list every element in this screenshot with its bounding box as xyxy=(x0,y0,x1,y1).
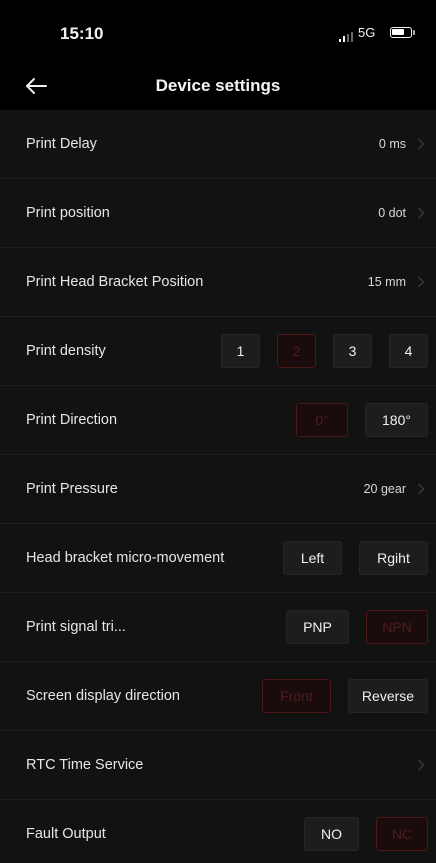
setting-label: Print Direction xyxy=(26,412,118,428)
micro-movement-right-button[interactable]: Rgiht xyxy=(359,541,428,575)
signal-option-pnp[interactable]: PNP xyxy=(286,610,349,644)
setting-print-density: Print density 1 2 3 4 xyxy=(0,317,436,386)
setting-label: Head bracket micro-movement xyxy=(26,550,225,566)
setting-print-direction: Print Direction 0° 180° xyxy=(0,386,436,455)
setting-head-bracket-micro-movement: Head bracket micro-movement Left Rgiht xyxy=(0,524,436,593)
setting-print-position[interactable]: Print position 0 dot xyxy=(0,179,436,248)
fault-output-options: NO NC xyxy=(304,817,428,851)
signal-option-npn[interactable]: NPN xyxy=(366,610,428,644)
chevron-right-icon xyxy=(418,138,425,150)
status-time: 15:10 xyxy=(60,24,104,43)
screen-direction-reverse[interactable]: Reverse xyxy=(348,679,428,713)
setting-print-signal-trigger: Print signal tri... PNP NPN xyxy=(0,593,436,662)
header: Device settings xyxy=(0,62,436,110)
chevron-right-icon xyxy=(418,483,425,495)
setting-label: Print density xyxy=(26,343,106,359)
setting-value: 0 ms xyxy=(378,137,406,151)
chevron-right-icon xyxy=(418,276,425,288)
setting-label: Print position xyxy=(26,205,110,221)
setting-label: Fault Output xyxy=(26,826,106,842)
screen-direction-options: Front Reverse xyxy=(262,679,428,713)
setting-label: Print Pressure xyxy=(26,481,118,497)
density-option-2[interactable]: 2 xyxy=(277,334,316,368)
density-option-3[interactable]: 3 xyxy=(333,334,372,368)
battery-icon xyxy=(390,27,412,38)
setting-label: RTC Time Service xyxy=(26,757,144,773)
setting-value: 15 mm xyxy=(367,275,406,289)
setting-label: Print signal tri... xyxy=(26,619,126,635)
setting-label: Screen display direction xyxy=(26,688,180,704)
density-option-4[interactable]: 4 xyxy=(389,334,428,368)
page-title: Device settings xyxy=(155,76,281,95)
direction-options: 0° 180° xyxy=(296,403,428,437)
setting-screen-display-direction: Screen display direction Front Reverse xyxy=(0,662,436,731)
setting-label: Print Delay xyxy=(26,136,97,152)
setting-head-bracket-position[interactable]: Print Head Bracket Position 15 mm xyxy=(0,248,436,317)
status-bar: 15:10 5G xyxy=(0,0,436,62)
direction-option-0[interactable]: 0° xyxy=(296,403,348,437)
density-options: 1 2 3 4 xyxy=(221,334,428,368)
signal-trigger-options: PNP NPN xyxy=(286,610,428,644)
screen-direction-front[interactable]: Front xyxy=(262,679,331,713)
fault-option-no[interactable]: NO xyxy=(304,817,359,851)
chevron-right-icon xyxy=(418,207,425,219)
setting-fault-output: Fault Output NO NC xyxy=(0,800,436,863)
setting-value: 0 dot xyxy=(378,206,406,220)
chevron-right-icon xyxy=(418,759,425,771)
setting-label: Print Head Bracket Position xyxy=(26,274,204,290)
setting-value: 20 gear xyxy=(363,482,406,496)
micro-movement-options: Left Rgiht xyxy=(283,541,428,575)
device-settings-screen: 15:10 5G Device settings Print Delay 0 m… xyxy=(0,0,436,863)
network-type: 5G xyxy=(358,25,376,40)
signal-icon xyxy=(339,32,353,42)
fault-option-nc[interactable]: NC xyxy=(376,817,428,851)
micro-movement-left-button[interactable]: Left xyxy=(283,541,342,575)
settings-list: Print Delay 0 ms Print position 0 dot Pr… xyxy=(0,110,436,863)
density-option-1[interactable]: 1 xyxy=(221,334,260,368)
setting-print-pressure[interactable]: Print Pressure 20 gear xyxy=(0,455,436,524)
battery-nub xyxy=(413,30,415,35)
setting-rtc-time-service[interactable]: RTC Time Service xyxy=(0,731,436,800)
direction-option-180[interactable]: 180° xyxy=(365,403,428,437)
setting-print-delay[interactable]: Print Delay 0 ms xyxy=(0,110,436,179)
